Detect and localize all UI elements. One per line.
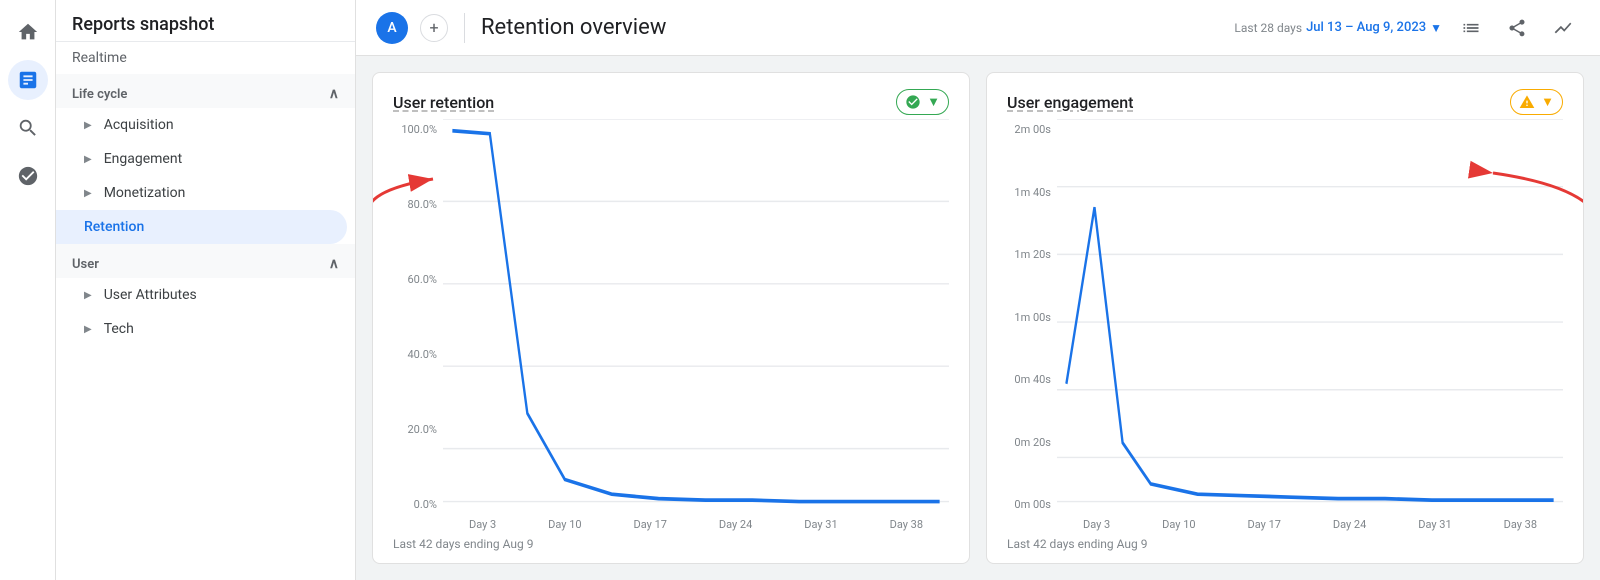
retention-label: Retention xyxy=(84,219,144,235)
x-label-5: Day 38 xyxy=(890,518,923,531)
content-area: User retention ▼ 100.0% 80.0% 60.0% 40.0… xyxy=(356,56,1600,580)
sidebar-item-monetization[interactable]: ▶ Monetization xyxy=(56,176,355,210)
retention-card-footer: Last 42 days ending Aug 9 xyxy=(393,537,949,551)
line-chart-icon[interactable] xyxy=(1546,11,1580,45)
retention-card-title[interactable]: User retention xyxy=(393,93,494,112)
retention-card-header: User retention ▼ xyxy=(393,89,949,115)
date-dropdown-icon: ▼ xyxy=(1430,21,1442,35)
home-icon[interactable] xyxy=(8,12,48,52)
retention-badge-dropdown-icon: ▼ xyxy=(927,94,940,110)
y-label-e1: 1m 40s xyxy=(1007,186,1051,199)
x-label-0: Day 3 xyxy=(469,518,496,531)
sidebar-item-engagement[interactable]: ▶ Engagement xyxy=(56,142,355,176)
user-section-label: User xyxy=(72,257,99,272)
y-label-e6: 0m 00s xyxy=(1007,498,1051,511)
add-report-button[interactable]: + xyxy=(420,14,448,42)
sidebar-header: Reports snapshot xyxy=(56,0,355,42)
engagement-label: Engagement xyxy=(104,151,182,167)
check-circle-icon xyxy=(905,94,921,110)
engagement-expand-icon: ▶ xyxy=(84,154,92,165)
engagement-chart-inner: 2m 00s 1m 40s 1m 20s 1m 00s 0m 40s 0m 20… xyxy=(1007,119,1563,531)
monetization-expand-icon: ▶ xyxy=(84,188,92,199)
retention-chart-inner: 100.0% 80.0% 60.0% 40.0% 20.0% 0.0% xyxy=(393,119,949,531)
x-label-e5: Day 38 xyxy=(1504,518,1537,531)
x-label-e2: Day 17 xyxy=(1248,518,1281,531)
sidebar-item-retention[interactable]: Retention xyxy=(56,210,347,244)
icon-rail xyxy=(0,0,56,580)
y-label-2: 60.0% xyxy=(393,273,437,286)
retention-chart-wrapper: 100.0% 80.0% 60.0% 40.0% 20.0% 0.0% xyxy=(393,119,949,531)
warning-icon xyxy=(1519,94,1535,110)
y-label-0: 100.0% xyxy=(393,123,437,136)
y-label-3: 40.0% xyxy=(393,348,437,361)
date-range-value: Jul 13 – Aug 9, 2023 xyxy=(1306,20,1426,35)
date-range-label: Last 28 days xyxy=(1234,21,1302,35)
user-chevron-icon: ∧ xyxy=(329,256,339,272)
share-icon[interactable] xyxy=(1500,11,1534,45)
lifecycle-section-label: Life cycle xyxy=(72,87,127,102)
y-label-e4: 0m 40s xyxy=(1007,373,1051,386)
topbar-right: Last 28 days Jul 13 – Aug 9, 2023 ▼ xyxy=(1234,11,1580,45)
main-content: A + Retention overview Last 28 days Jul … xyxy=(356,0,1600,580)
x-label-e3: Day 24 xyxy=(1333,518,1366,531)
y-label-4: 20.0% xyxy=(393,423,437,436)
sidebar: Reports snapshot Realtime Life cycle ∧ ▶… xyxy=(56,0,356,580)
user-engagement-card: User engagement ▼ 2m 00s 1m 40s 1m 20s 1… xyxy=(986,72,1584,564)
retention-y-labels: 100.0% 80.0% 60.0% 40.0% 20.0% 0.0% xyxy=(393,119,443,531)
engagement-title-area: User engagement xyxy=(1007,93,1133,112)
monetization-label: Monetization xyxy=(104,185,186,201)
user-retention-card: User retention ▼ 100.0% 80.0% 60.0% 40.0… xyxy=(372,72,970,564)
explore-icon[interactable] xyxy=(8,108,48,148)
x-label-e0: Day 3 xyxy=(1083,518,1110,531)
acquisition-expand-icon: ▶ xyxy=(84,120,92,131)
tech-expand-icon: ▶ xyxy=(84,324,92,335)
user-section-header[interactable]: User ∧ xyxy=(56,244,355,278)
user-avatar[interactable]: A xyxy=(376,12,408,44)
engagement-card-footer: Last 42 days ending Aug 9 xyxy=(1007,537,1563,551)
x-label-1: Day 10 xyxy=(548,518,581,531)
page-title: Retention overview xyxy=(481,15,1222,40)
sidebar-item-acquisition[interactable]: ▶ Acquisition xyxy=(56,108,355,142)
engagement-chart-wrapper: 2m 00s 1m 40s 1m 20s 1m 00s 0m 40s 0m 20… xyxy=(1007,119,1563,531)
engagement-status-badge[interactable]: ▼ xyxy=(1510,89,1563,115)
y-label-e2: 1m 20s xyxy=(1007,248,1051,261)
ads-icon[interactable] xyxy=(8,156,48,196)
y-label-5: 0.0% xyxy=(393,498,437,511)
lifecycle-section-header[interactable]: Life cycle ∧ xyxy=(56,74,355,108)
sidebar-item-user-attributes[interactable]: ▶ User Attributes xyxy=(56,278,355,312)
date-range-selector[interactable]: Last 28 days Jul 13 – Aug 9, 2023 ▼ xyxy=(1234,20,1442,35)
engagement-card-header: User engagement ▼ xyxy=(1007,89,1563,115)
bar-chart-icon[interactable] xyxy=(1454,11,1488,45)
engagement-chart-svg: Day 3 Day 10 Day 17 Day 24 Day 31 Day 38 xyxy=(1057,119,1563,531)
x-label-e1: Day 10 xyxy=(1162,518,1195,531)
y-label-e0: 2m 00s xyxy=(1007,123,1051,136)
y-label-e5: 0m 20s xyxy=(1007,436,1051,449)
user-attributes-label: User Attributes xyxy=(104,287,197,303)
acquisition-label: Acquisition xyxy=(104,117,174,133)
analytics-icon[interactable] xyxy=(8,60,48,100)
sidebar-item-realtime[interactable]: Realtime xyxy=(56,42,355,74)
engagement-card-title[interactable]: User engagement xyxy=(1007,93,1133,112)
y-label-e3: 1m 00s xyxy=(1007,311,1051,324)
topbar: A + Retention overview Last 28 days Jul … xyxy=(356,0,1600,56)
x-label-e4: Day 31 xyxy=(1418,518,1451,531)
tech-label: Tech xyxy=(104,321,134,337)
lifecycle-chevron-icon: ∧ xyxy=(329,86,339,102)
y-label-1: 80.0% xyxy=(393,198,437,211)
engagement-y-labels: 2m 00s 1m 40s 1m 20s 1m 00s 0m 40s 0m 20… xyxy=(1007,119,1057,531)
retention-title-area: User retention xyxy=(393,93,494,112)
engagement-badge-dropdown-icon: ▼ xyxy=(1541,94,1554,110)
x-label-3: Day 24 xyxy=(719,518,752,531)
x-label-4: Day 31 xyxy=(804,518,837,531)
retention-status-badge[interactable]: ▼ xyxy=(896,89,949,115)
retention-chart-svg: Day 3 Day 10 Day 17 Day 24 Day 31 Day 38 xyxy=(443,119,949,531)
user-attributes-expand-icon: ▶ xyxy=(84,290,92,301)
x-label-2: Day 17 xyxy=(634,518,667,531)
topbar-divider xyxy=(464,13,465,43)
sidebar-item-tech[interactable]: ▶ Tech xyxy=(56,312,355,346)
